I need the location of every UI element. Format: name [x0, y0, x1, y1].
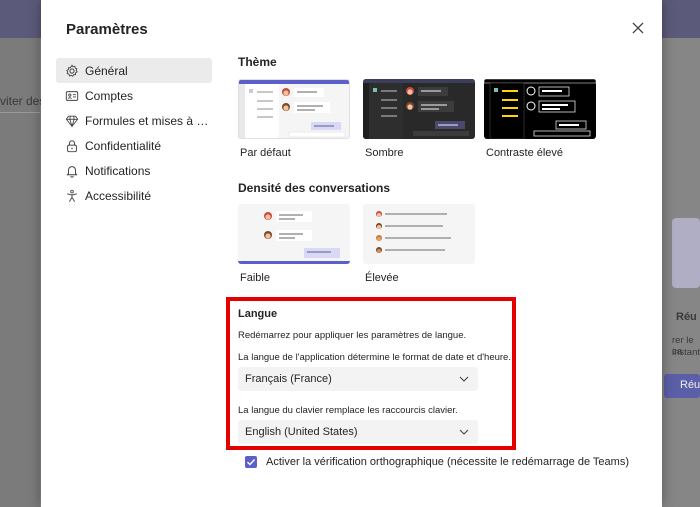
bell-icon	[65, 164, 79, 178]
background-button: Réu	[664, 374, 700, 398]
id-card-icon	[65, 89, 79, 103]
app-language-select[interactable]: Français (France)	[238, 367, 478, 391]
theme-option-label: Sombre	[365, 147, 404, 159]
nav-item-label: Général	[85, 63, 128, 78]
theme-option-label: Par défaut	[240, 147, 291, 159]
density-option-label: Élevée	[365, 272, 399, 284]
density-preview-low	[238, 204, 350, 264]
keyboard-language-description: La langue du clavier remplace les raccou…	[238, 405, 458, 416]
spellcheck-checkbox[interactable]	[245, 456, 257, 468]
nav-item-label: Comptes	[85, 88, 134, 103]
density-option-label: Faible	[240, 272, 270, 284]
background-illustration	[672, 218, 700, 288]
app-language-description: La langue de l'application détermine le …	[238, 352, 511, 363]
language-restart-note: Redémarrez pour appliquer les paramètres…	[238, 330, 467, 341]
nav-item-accounts[interactable]: Comptes	[56, 83, 212, 108]
background-left-panel	[0, 38, 40, 507]
keyboard-language-value: English (United States)	[245, 426, 358, 438]
background-fragment-title: Réu	[676, 311, 697, 323]
density-option-high[interactable]: Élevée	[363, 204, 475, 284]
chevron-down-icon	[459, 429, 469, 435]
nav-item-notifications[interactable]: Notifications	[56, 158, 212, 183]
keyboard-language-select[interactable]: English (United States)	[238, 420, 478, 444]
app-language-value: Français (France)	[245, 373, 332, 385]
theme-section-title: Thème	[238, 55, 277, 69]
nav-item-privacy[interactable]: Confidentialité	[56, 133, 212, 158]
gear-icon	[65, 64, 79, 78]
theme-option-label: Contraste élevé	[486, 147, 564, 159]
nav-item-plans[interactable]: Formules et mises à nive...	[56, 108, 212, 133]
theme-preview-high-contrast	[484, 79, 596, 139]
dialog-title: Paramètres	[66, 21, 148, 38]
close-button[interactable]	[628, 18, 648, 38]
density-section-title: Densité des conversations	[238, 181, 391, 195]
settings-dialog: Paramètres Général Comptes Formules et m…	[41, 0, 662, 507]
nav-item-general[interactable]: Général	[56, 58, 212, 83]
theme-option-dark[interactable]: Sombre	[363, 79, 475, 159]
background-fragment-left: viter des	[0, 94, 46, 108]
theme-preview-dark	[363, 79, 475, 139]
nav-item-label: Accessibilité	[85, 188, 152, 203]
lock-icon	[65, 139, 79, 153]
close-icon	[632, 22, 644, 34]
chevron-down-icon	[459, 376, 469, 382]
nav-item-accessibility[interactable]: Accessibilité	[56, 183, 212, 208]
nav-item-label: Notifications	[85, 163, 151, 178]
spellcheck-label: Activer la vérification orthographique (…	[266, 456, 629, 468]
theme-preview-default	[238, 79, 350, 139]
nav-item-label: Formules et mises à nive...	[85, 113, 212, 128]
background-fragment-text: instant	[672, 347, 700, 358]
density-preview-high	[363, 204, 475, 264]
nav-item-label: Confidentialité	[85, 138, 162, 153]
background-divider	[0, 112, 40, 113]
theme-option-default[interactable]: Par défaut	[238, 79, 350, 159]
theme-option-high-contrast[interactable]: Contraste élevé	[484, 79, 596, 159]
checkmark-icon	[247, 459, 256, 466]
density-option-low[interactable]: Faible	[238, 204, 350, 284]
language-section-title: Langue	[238, 308, 278, 320]
diamond-icon	[65, 114, 79, 128]
accessibility-icon	[65, 189, 79, 203]
settings-nav: Général Comptes Formules et mises à nive…	[56, 58, 212, 208]
